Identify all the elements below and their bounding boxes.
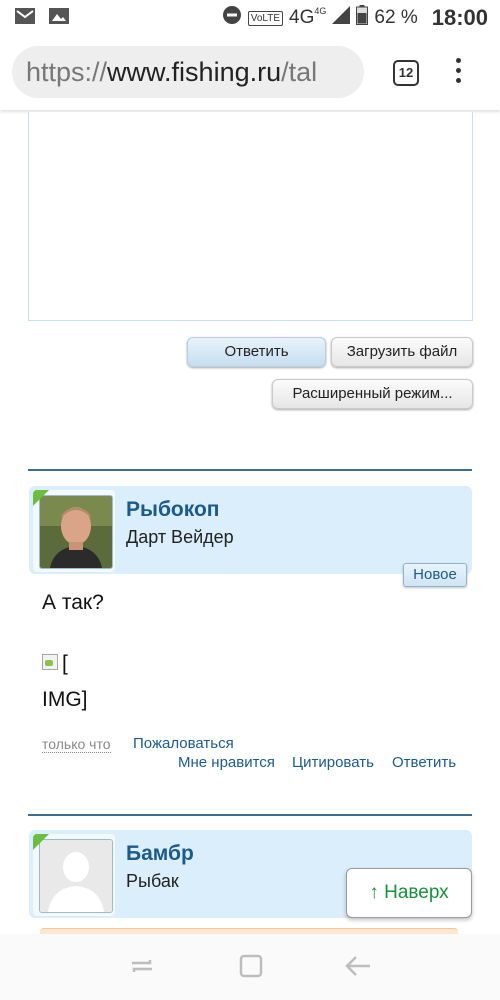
post-user-title: Дарт Вейдер [126, 527, 234, 547]
like-link[interactable]: Мне нравится [178, 754, 275, 771]
home-icon[interactable] [237, 954, 265, 978]
url-prefix: https:// [26, 57, 108, 87]
post-divider [28, 814, 472, 816]
avatar[interactable] [39, 495, 113, 569]
network-type-small: 4G [314, 6, 327, 16]
gmail-icon [14, 6, 36, 26]
online-indicator [33, 834, 49, 850]
battery-percent: 62 % [374, 7, 418, 28]
default-avatar-icon[interactable] [39, 839, 113, 913]
system-navigation-bar [0, 934, 500, 1000]
browser-toolbar: https://www.fishing.ru/tal 12 [0, 36, 500, 110]
avatar-container [33, 834, 115, 916]
address-bar[interactable]: https://www.fishing.ru/tal [12, 46, 364, 98]
post-user-title: Рыбак [126, 871, 179, 891]
battery-icon [356, 5, 369, 31]
recent-apps-icon[interactable] [128, 954, 156, 978]
image-icon [48, 6, 70, 26]
image-alt-bracket: [ [62, 652, 68, 675]
reply-editor[interactable] [28, 112, 473, 321]
post-divider [28, 469, 472, 471]
volte-label: VoLTE [247, 10, 284, 26]
tab-switcher-button[interactable]: 12 [393, 60, 419, 86]
image-alt-text: IMG] [42, 688, 88, 711]
scroll-to-top-button[interactable]: ↑ Наверх [346, 868, 472, 918]
back-icon[interactable] [344, 954, 372, 978]
post-time[interactable]: только что [42, 736, 111, 753]
post-username[interactable]: Рыбокоп [126, 498, 220, 522]
signal-icon [332, 6, 351, 30]
url-path: /tal [281, 57, 318, 87]
clock-time: 18:00 [431, 5, 488, 30]
quote-link[interactable]: Цитировать [292, 754, 374, 771]
post-header: Рыбокоп Дарт Вейдер [29, 486, 472, 574]
report-link[interactable]: Пожаловаться [133, 735, 234, 752]
reply-link[interactable]: Ответить [392, 754, 456, 771]
advanced-mode-button[interactable]: Расширенный режим... [272, 379, 473, 409]
post-message: А так? [42, 591, 104, 614]
overflow-menu-icon[interactable] [452, 58, 464, 88]
reply-button[interactable]: Ответить [187, 337, 326, 367]
new-badge: Новое [403, 563, 467, 587]
do-not-disturb-icon [222, 5, 242, 31]
post-username[interactable]: Бамбр [126, 842, 194, 866]
network-type: 4G [289, 7, 315, 28]
broken-image-icon[interactable] [42, 654, 58, 670]
url-domain: www.fishing.ru [107, 57, 282, 87]
online-indicator [33, 490, 49, 506]
avatar-container [33, 490, 115, 572]
upload-file-button[interactable]: Загрузить файл [331, 337, 473, 367]
status-bar: VoLTE 4G 4G 62 % 18:00 [0, 0, 500, 36]
